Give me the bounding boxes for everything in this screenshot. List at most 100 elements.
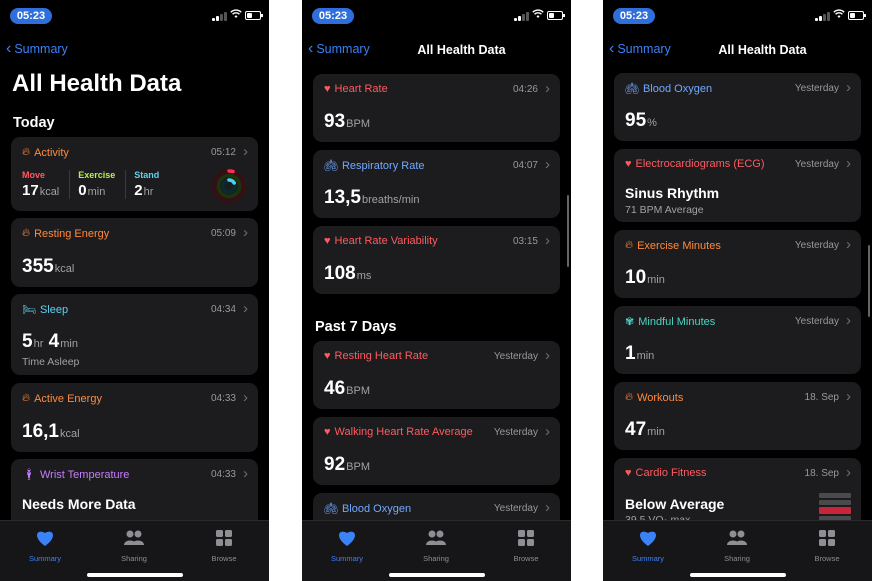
card-value: 10 <box>625 267 647 288</box>
heart-icon: ♥ <box>625 467 632 479</box>
card-time: 03:15 <box>512 236 538 247</box>
home-indicator[interactable] <box>86 573 183 577</box>
tab-summary[interactable]: Summary <box>317 529 377 563</box>
card-mindful-minutes[interactable]: ✾ Mindful Minutes Yesterday › 1min <box>614 306 861 374</box>
tab-label: Sharing <box>724 554 750 563</box>
home-indicator[interactable] <box>689 573 786 577</box>
stand-label: Stand <box>134 170 160 180</box>
cardio-level-gauge-icon <box>819 493 851 523</box>
card-activity[interactable]: 🔥︎ Activity 05:12 › Move 17kcal Exercise 0m… <box>11 137 258 211</box>
activity-rings-icon <box>212 169 246 203</box>
tab-summary[interactable]: Summary <box>15 529 75 563</box>
nav-title: All Health Data <box>718 43 807 57</box>
chevron-right-icon: › <box>846 236 851 253</box>
chevron-right-icon: › <box>243 143 248 160</box>
heart-icon <box>339 531 355 546</box>
card-sleep[interactable]: 🛏︎ Sleep 04:34 › 5hr 4min Time Asleep <box>11 294 258 375</box>
chevron-right-icon: › <box>846 312 851 329</box>
wifi-icon <box>230 9 242 18</box>
card-time: Yesterday <box>493 503 538 514</box>
phone-screen-3: 05:23 ‹ Summary All Health Data 🫁︎ Blood O… <box>603 0 872 581</box>
card-time: Yesterday <box>794 240 839 251</box>
people-icon <box>426 530 446 545</box>
tab-browse[interactable]: Browse <box>194 529 254 563</box>
card-value: 1 <box>625 343 636 364</box>
battery-icon <box>547 11 565 20</box>
card-ecg[interactable]: ♥ Electrocardiograms (ECG) Yesterday › Si… <box>614 149 861 222</box>
status-time[interactable]: 05:23 <box>10 8 52 24</box>
card-heart-rate[interactable]: ♥ Heart Rate 04:26 › 93BPM <box>313 74 560 142</box>
card-active-energy[interactable]: 🔥︎ Active Energy 04:33 › 16,1kcal <box>11 383 258 452</box>
card-time: Yesterday <box>794 83 839 94</box>
card-heart-rate-variability[interactable]: ♥ Heart Rate Variability 03:15 › 108ms <box>313 226 560 294</box>
scrollbar[interactable] <box>566 195 569 267</box>
chevron-right-icon: › <box>545 156 550 173</box>
card-title: Blood Oxygen <box>642 82 713 95</box>
card-blood-oxygen[interactable]: 🫁︎ Blood Oxygen Yesterday › 95% <box>614 73 861 141</box>
sleep-hours: 5 <box>22 331 33 352</box>
card-title: Respiratory Rate <box>341 159 425 172</box>
card-resting-energy[interactable]: 🔥︎ Resting Energy 05:09 › 355kcal <box>11 218 258 287</box>
tab-sharing[interactable]: Sharing <box>707 529 767 563</box>
card-title: Resting Heart Rate <box>334 350 429 362</box>
card-value: 92 <box>324 454 346 475</box>
card-time: Yesterday <box>493 427 538 438</box>
card-value: Below Average <box>625 496 725 512</box>
card-title: Workouts <box>637 391 684 404</box>
nav-bar: ‹ Summary <box>0 40 269 64</box>
stand-unit: hr <box>143 186 154 198</box>
card-unit: BPM <box>346 461 370 473</box>
wifi-icon <box>833 9 845 18</box>
tab-browse[interactable]: Browse <box>797 529 857 563</box>
card-unit: min <box>647 426 665 438</box>
status-time[interactable]: 05:23 <box>312 8 354 24</box>
card-resting-heart-rate[interactable]: ♥ Resting Heart Rate Yesterday › 46BPM <box>313 341 560 409</box>
tab-bar: Summary Sharing Browse <box>603 520 872 581</box>
card-unit: BPM <box>346 385 370 397</box>
back-button[interactable]: ‹ Summary <box>6 41 68 57</box>
card-wrist-temperature[interactable]: 🕴︎ Wrist Temperature 04:33 › Needs More D… <box>11 459 258 529</box>
tab-label: Browse <box>814 554 840 563</box>
card-time: 04:26 <box>512 84 538 95</box>
card-exercise-minutes[interactable]: 🔥︎ Exercise Minutes Yesterday › 10min <box>614 230 861 298</box>
home-indicator[interactable] <box>388 573 485 577</box>
card-walking-heart-rate[interactable]: ♥ Walking Heart Rate Average Yesterday › … <box>313 417 560 485</box>
tab-label: Summary <box>28 554 62 563</box>
card-title: Electrocardiograms (ECG) <box>635 158 765 170</box>
status-time[interactable]: 05:23 <box>613 8 655 24</box>
card-workouts[interactable]: 🔥︎ Workouts 18. Sep › 47min <box>614 382 861 450</box>
scrollbar[interactable] <box>867 245 870 317</box>
lungs-icon: 🫁︎ <box>324 503 338 515</box>
people-icon <box>727 530 747 545</box>
card-title: Walking Heart Rate Average <box>334 426 473 438</box>
heart-icon <box>37 531 53 546</box>
card-cardio-fitness[interactable]: ♥ Cardio Fitness 18. Sep › Below Average … <box>614 458 861 528</box>
tab-label: Summary <box>631 554 665 563</box>
person-icon: 🕴︎ <box>22 469 36 481</box>
flame-icon: 🔥︎ <box>22 146 31 158</box>
card-unit: min <box>647 274 665 286</box>
tab-summary[interactable]: Summary <box>618 529 678 563</box>
card-value: 93 <box>324 111 346 132</box>
card-title: Exercise Minutes <box>637 239 721 252</box>
chevron-right-icon: › <box>545 423 550 440</box>
card-time: Yesterday <box>794 159 839 170</box>
chevron-right-icon: › <box>243 389 248 406</box>
people-icon <box>124 530 144 545</box>
chevron-right-icon: › <box>846 155 851 172</box>
tab-browse[interactable]: Browse <box>496 529 556 563</box>
tab-sharing[interactable]: Sharing <box>104 529 164 563</box>
sleep-mins-unit: min <box>60 338 78 350</box>
card-title: Blood Oxygen <box>341 502 412 515</box>
card-value: Sinus Rhythm <box>625 185 720 201</box>
tab-label: Browse <box>211 554 237 563</box>
nav-bar: ‹ Summary All Health Data <box>302 40 571 64</box>
card-unit: ms <box>356 270 372 282</box>
exercise-unit: min <box>87 186 106 198</box>
status-bar: 05:23 <box>0 0 269 30</box>
card-time: 04:33 <box>210 393 236 404</box>
tab-sharing[interactable]: Sharing <box>406 529 466 563</box>
section-title-today: Today <box>13 115 55 131</box>
card-value: 108 <box>324 263 356 284</box>
card-respiratory-rate[interactable]: 🫁︎ Respiratory Rate 04:07 › 13,5breaths/m… <box>313 150 560 218</box>
